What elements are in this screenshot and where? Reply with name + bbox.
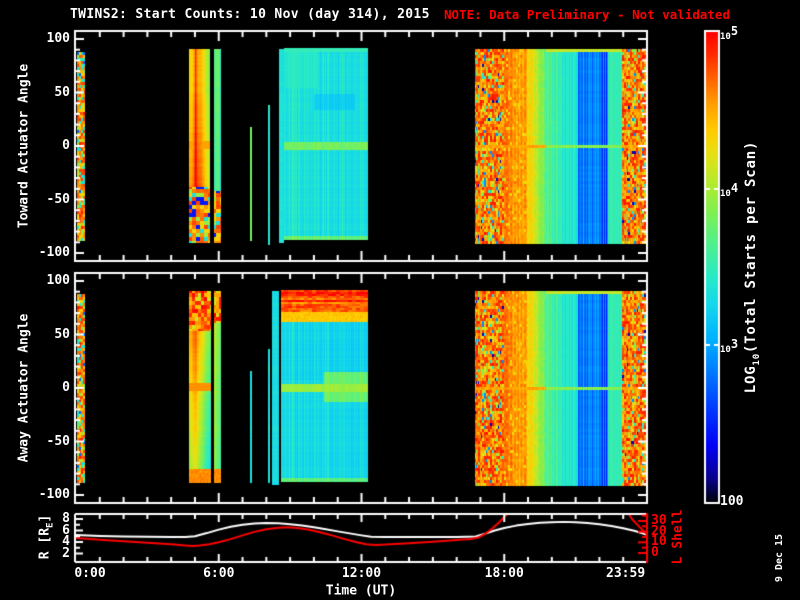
angle-tick-label: -50 xyxy=(46,191,70,207)
angle-tick-label: 0 xyxy=(62,138,70,153)
angle-tick-label: 50 xyxy=(54,84,70,100)
angle-tick-label: 50 xyxy=(54,326,70,342)
angle-tick-label: 0 xyxy=(62,380,70,395)
time-axis-label: Time (UT) xyxy=(325,583,397,599)
time-tick-label: 6:00 xyxy=(203,566,235,581)
angle-tick-label: -100 xyxy=(38,245,70,260)
time-tick-label: 0:00 xyxy=(74,566,106,581)
plot-title: TWINS2: Start Counts: 10 Nov (day 314), … xyxy=(70,7,430,22)
time-tick-label: 12:00 xyxy=(341,566,382,581)
angle-tick-label: -50 xyxy=(46,433,70,449)
time-tick-label: 18:00 xyxy=(484,566,524,581)
time-tick-label: 23:59 xyxy=(606,566,646,581)
twins-start-counts-plot: TWINS2: Start Counts: 10 Nov (day 314), … xyxy=(0,0,800,600)
date-stamp: 9 Dec 15 xyxy=(774,533,785,583)
angle-tick-label: -100 xyxy=(38,487,70,502)
angle-tick-label: 100 xyxy=(46,273,70,288)
angle-tick-label: 100 xyxy=(46,31,70,46)
lshell-tick-label: 0 xyxy=(651,545,659,560)
l-shell-axis-label: L Shell xyxy=(670,509,686,565)
colorbar-label: LOG10(Total Starts per Scan) xyxy=(743,140,762,394)
colorbar-tick-label: 105 xyxy=(720,24,739,42)
colorbar-tick-label: 100 xyxy=(720,494,744,509)
preliminary-note: NOTE: Data Preliminary - Not validated xyxy=(444,7,730,22)
colorbar-tick-label: 104 xyxy=(720,180,739,199)
colorbar-tick-label: 103 xyxy=(720,337,739,356)
r-tick-label: 2 xyxy=(62,545,70,561)
